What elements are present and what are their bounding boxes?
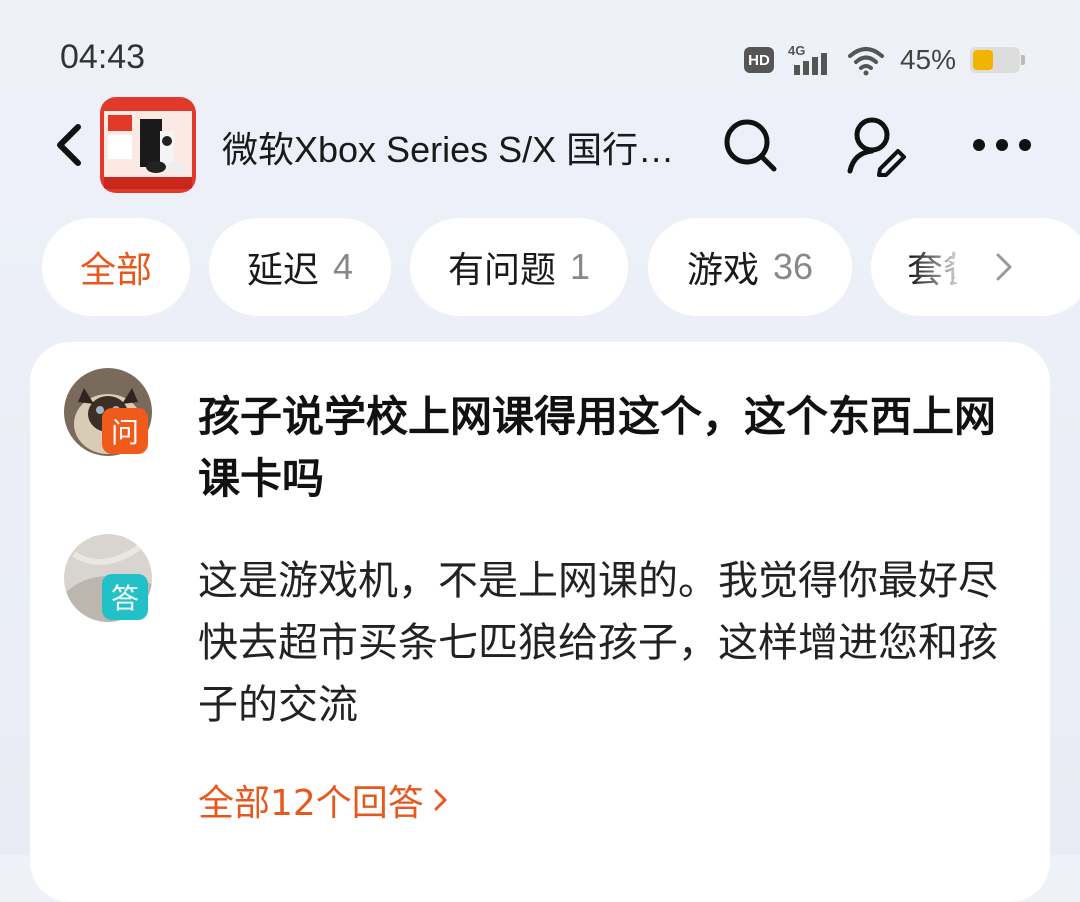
- question-text[interactable]: 孩子说学校上网课得用这个，这个东西上网课卡吗: [198, 386, 998, 510]
- qa-card[interactable]: 问 孩子说学校上网课得用这个，这个东西上网课卡吗 答 这是游戏机，不是上网课的。…: [30, 342, 1050, 902]
- tab-count: 1: [569, 246, 591, 287]
- tab-label: 游戏: [686, 250, 759, 291]
- user-edit-icon: [847, 117, 906, 177]
- page-title: 微软Xbox Series S/X 国行…: [222, 129, 675, 170]
- question-badge: 问: [102, 408, 148, 454]
- tab-label: 有问题: [447, 250, 556, 291]
- tab-all[interactable]: 全部: [42, 218, 190, 316]
- cellular-signal-icon: 4G: [788, 43, 827, 75]
- more-dots-icon: [973, 139, 1031, 151]
- header: 微软Xbox Series S/X 国行…: [0, 95, 1080, 195]
- network-type: 4G: [788, 43, 805, 58]
- answer-text[interactable]: 这是游戏机，不是上网课的。我觉得你最好尽快去超市买条七匹狼给孩子，这样增进您和孩…: [198, 550, 1028, 736]
- tab-delay[interactable]: 延迟 4: [209, 218, 391, 316]
- filter-tabs: 全部 延迟 4 有问题 1 游戏 36 套餐: [0, 218, 1080, 318]
- search-button[interactable]: [718, 113, 782, 177]
- battery-percent: 45%: [899, 44, 956, 75]
- chevron-left-icon: [57, 124, 81, 166]
- tab-label: 全部: [79, 250, 152, 291]
- all-answers-label: 全部12个回答: [198, 783, 424, 824]
- battery-icon: [970, 47, 1025, 73]
- status-icons: HD 4G 45%: [743, 40, 1025, 80]
- hd-badge: HD: [743, 47, 774, 73]
- tab-label: 延迟: [246, 250, 319, 291]
- more-options-button[interactable]: [970, 113, 1034, 177]
- tabs-more-button[interactable]: [954, 218, 1054, 316]
- ask-question-button[interactable]: [844, 113, 908, 177]
- status-time: 04:43: [60, 38, 146, 76]
- answer-badge: 答: [102, 574, 148, 620]
- all-answers-link[interactable]: 全部12个回答: [198, 774, 450, 826]
- wifi-icon: [847, 47, 884, 76]
- back-button[interactable]: [50, 117, 90, 173]
- tab-games[interactable]: 游戏 36: [648, 218, 852, 316]
- chevron-right-icon: [996, 253, 1012, 281]
- tab-count: 4: [332, 246, 354, 287]
- tab-problem[interactable]: 有问题 1: [410, 218, 628, 316]
- search-icon: [724, 119, 777, 172]
- product-image: [100, 97, 196, 193]
- product-thumbnail[interactable]: [100, 97, 196, 193]
- tab-count: 36: [772, 246, 814, 287]
- chevron-right-icon: [434, 789, 447, 811]
